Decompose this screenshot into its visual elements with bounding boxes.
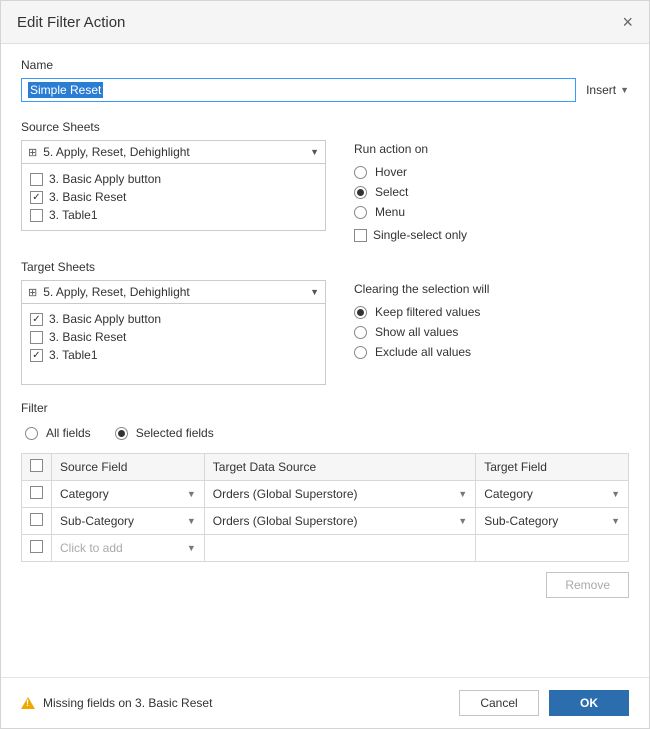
radio-icon[interactable]	[354, 206, 367, 219]
radio-icon[interactable]	[115, 427, 128, 440]
source-sheet-item[interactable]: 3. Basic Apply button	[30, 170, 317, 188]
caret-down-icon: ▼	[611, 516, 620, 526]
target-field-cell[interactable]: Sub-Category▼	[476, 508, 629, 535]
add-source-field[interactable]: Click to add▼	[52, 535, 205, 562]
source-dashboard-select[interactable]: ⊞5. Apply, Reset, Dehighlight ▼	[21, 140, 326, 164]
run-action-label: Run action on	[354, 142, 629, 156]
caret-down-icon: ▼	[611, 489, 620, 499]
close-icon[interactable]: ×	[622, 13, 633, 31]
checkbox-icon[interactable]	[354, 229, 367, 242]
run-option-menu[interactable]: Menu	[354, 202, 629, 222]
checkbox-icon[interactable]	[30, 173, 43, 186]
row-checkbox	[30, 540, 43, 553]
add-row[interactable]: Click to add▼	[22, 535, 629, 562]
target-dashboard-select[interactable]: ⊞5. Apply, Reset, Dehighlight ▼	[21, 280, 326, 304]
row-checkbox[interactable]	[30, 486, 43, 499]
target-sheets-label: Target Sheets	[21, 260, 629, 274]
checkbox-icon[interactable]	[30, 331, 43, 344]
filter-scope-all[interactable]: All fields	[25, 423, 91, 443]
radio-icon[interactable]	[354, 306, 367, 319]
target-ds-cell[interactable]: Orders (Global Superstore)▼	[204, 508, 475, 535]
warning-icon	[21, 697, 35, 709]
target-sheet-item[interactable]: 3. Table1	[30, 346, 317, 364]
row-checkbox[interactable]	[30, 513, 43, 526]
insert-dropdown[interactable]: Insert ▼	[586, 83, 629, 97]
name-label: Name	[21, 58, 629, 72]
clearing-label: Clearing the selection will	[354, 282, 629, 296]
checkbox-icon[interactable]	[30, 313, 43, 326]
checkbox-icon[interactable]	[30, 209, 43, 222]
edit-filter-action-dialog: Edit Filter Action × Name Simple Reset I…	[0, 0, 650, 729]
source-sheets-list: 3. Basic Apply button 3. Basic Reset 3. …	[21, 164, 326, 231]
table-row[interactable]: Category▼ Orders (Global Superstore)▼ Ca…	[22, 481, 629, 508]
clearing-option-keep[interactable]: Keep filtered values	[354, 302, 629, 322]
caret-down-icon: ▼	[310, 147, 319, 157]
col-target-ds: Target Data Source	[204, 454, 475, 481]
table-row[interactable]: Sub-Category▼ Orders (Global Superstore)…	[22, 508, 629, 535]
titlebar: Edit Filter Action ×	[1, 1, 649, 44]
source-sheet-item[interactable]: 3. Basic Reset	[30, 188, 317, 206]
source-sheet-item[interactable]: 3. Table1	[30, 206, 317, 224]
dialog-footer: Missing fields on 3. Basic Reset Cancel …	[1, 677, 649, 728]
target-field-cell[interactable]: Category▼	[476, 481, 629, 508]
filter-scope-selected[interactable]: Selected fields	[115, 423, 214, 443]
col-source-field: Source Field	[52, 454, 205, 481]
run-option-hover[interactable]: Hover	[354, 162, 629, 182]
target-ds-cell[interactable]: Orders (Global Superstore)▼	[204, 481, 475, 508]
checkbox-icon[interactable]	[30, 349, 43, 362]
source-field-cell[interactable]: Sub-Category▼	[52, 508, 205, 535]
filter-label: Filter	[21, 401, 629, 415]
caret-down-icon: ▼	[187, 489, 196, 499]
warning-message: Missing fields on 3. Basic Reset	[21, 696, 212, 710]
caret-down-icon: ▼	[620, 85, 629, 95]
radio-icon[interactable]	[354, 326, 367, 339]
name-input-selection: Simple Reset	[28, 82, 103, 98]
cancel-button[interactable]: Cancel	[459, 690, 539, 716]
target-sheet-item[interactable]: 3. Basic Reset	[30, 328, 317, 346]
radio-icon[interactable]	[354, 186, 367, 199]
ok-button[interactable]: OK	[549, 690, 629, 716]
checkbox-icon[interactable]	[30, 191, 43, 204]
dialog-title: Edit Filter Action	[17, 14, 125, 31]
radio-icon[interactable]	[354, 346, 367, 359]
clearing-option-show[interactable]: Show all values	[354, 322, 629, 342]
remove-button[interactable]: Remove	[546, 572, 629, 598]
caret-down-icon: ▼	[310, 287, 319, 297]
clearing-option-exclude[interactable]: Exclude all values	[354, 342, 629, 362]
source-field-cell[interactable]: Category▼	[52, 481, 205, 508]
name-input[interactable]: Simple Reset	[21, 78, 576, 102]
caret-down-icon: ▼	[187, 543, 196, 553]
caret-down-icon: ▼	[187, 516, 196, 526]
run-option-select[interactable]: Select	[354, 182, 629, 202]
source-sheets-label: Source Sheets	[21, 120, 629, 134]
target-sheet-item[interactable]: 3. Basic Apply button	[30, 310, 317, 328]
select-all-checkbox[interactable]	[30, 459, 43, 472]
caret-down-icon: ▼	[458, 516, 467, 526]
radio-icon[interactable]	[354, 166, 367, 179]
col-target-field: Target Field	[476, 454, 629, 481]
single-select-checkbox[interactable]: Single-select only	[354, 226, 629, 244]
filter-table: Source Field Target Data Source Target F…	[21, 453, 629, 562]
target-sheets-list: 3. Basic Apply button 3. Basic Reset 3. …	[21, 304, 326, 385]
dashboard-icon: ⊞	[28, 287, 37, 299]
caret-down-icon: ▼	[458, 489, 467, 499]
dialog-body: Name Simple Reset Insert ▼ Source Sheets…	[1, 44, 649, 677]
dashboard-icon: ⊞	[28, 147, 37, 159]
radio-icon[interactable]	[25, 427, 38, 440]
